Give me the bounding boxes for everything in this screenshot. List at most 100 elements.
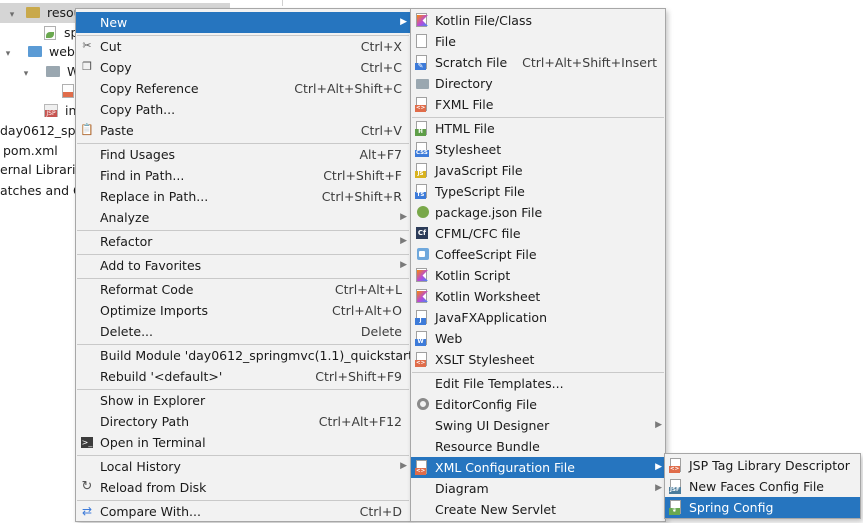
xml-config-submenu: <> JSP Tag Library Descriptor JSF New Fa… (664, 453, 861, 519)
menu-item-editorconfig-file[interactable]: EditorConfig File (411, 394, 665, 415)
menu-item-web[interactable]: W Web (411, 328, 665, 349)
kotlin-script-icon (415, 268, 429, 283)
menu-item-xml-configuration-file[interactable]: <> XML Configuration File ▶ (411, 457, 665, 478)
menu-item-html-file[interactable]: H HTML File (411, 118, 665, 139)
tree-item-web-inf[interactable]: ▾ W (20, 62, 80, 84)
chevron-right-icon: ▶ (400, 260, 407, 270)
scratch-file-icon: ✎ (415, 55, 429, 70)
menu-item-new-faces-config-file[interactable]: JSF New Faces Config File (665, 476, 860, 497)
menu-item-javafx-application[interactable]: J JavaFXApplication (411, 307, 665, 328)
menu-item-kotlin-script[interactable]: Kotlin Script (411, 265, 665, 286)
menu-item-stylesheet[interactable]: CSS Stylesheet (411, 139, 665, 160)
menu-item-add-to-favorites[interactable]: Add to Favorites ▶ (76, 255, 410, 276)
kotlin-file-icon (415, 13, 429, 28)
copy-icon: ❐ (82, 60, 92, 73)
chevron-right-icon: ▶ (655, 462, 662, 472)
xml-file-icon (62, 83, 74, 98)
menu-item-local-history[interactable]: Local History ▶ (76, 456, 410, 477)
reload-icon: ↻ (81, 479, 93, 494)
menu-item-replace-in-path[interactable]: Replace in Path... Ctrl+Shift+R (76, 186, 410, 207)
menu-item-paste[interactable]: 📋 Paste Ctrl+V (76, 120, 410, 141)
menu-item-directory[interactable]: Directory (411, 73, 665, 94)
menu-item-file[interactable]: File (411, 31, 665, 52)
kotlin-worksheet-icon (415, 289, 429, 304)
editor-divider (282, 0, 283, 6)
menu-item-find-in-path[interactable]: Find in Path... Ctrl+Shift+F (76, 165, 410, 186)
folder-icon (45, 66, 60, 77)
java-class-icon: J (415, 310, 429, 325)
tree-item-web-xml[interactable] (62, 81, 74, 101)
chevron-right-icon: ▶ (400, 236, 407, 246)
menu-item-rebuild[interactable]: Rebuild '<default>' Ctrl+Shift+F9 (76, 366, 410, 387)
terminal-icon: >_ (81, 437, 93, 448)
menu-item-coffeescript-file[interactable]: CoffeeScript File (411, 244, 665, 265)
web-icon: W (415, 331, 429, 346)
compare-icon: ⇄ (81, 504, 93, 518)
menu-item-edit-file-templates[interactable]: Edit File Templates... (411, 373, 665, 394)
folder-icon (25, 7, 40, 18)
menu-item-copy-path[interactable]: Copy Path... (76, 99, 410, 120)
menu-item-optimize-imports[interactable]: Optimize Imports Ctrl+Alt+O (76, 300, 410, 321)
coffeescript-file-icon (415, 247, 429, 262)
menu-item-copy-reference[interactable]: Copy Reference Ctrl+Alt+Shift+C (76, 78, 410, 99)
menu-item-jsp-tag-library-descriptor[interactable]: <> JSP Tag Library Descriptor (665, 455, 860, 476)
menu-item-cfml-cfc-file[interactable]: Cf CFML/CFC file (411, 223, 665, 244)
menu-item-copy[interactable]: ❐ Copy Ctrl+C (76, 57, 410, 78)
tree-item-spring-file[interactable]: sp (44, 23, 78, 43)
menu-item-directory-path[interactable]: Directory Path Ctrl+Alt+F12 (76, 411, 410, 432)
menu-item-diagram[interactable]: Diagram ▶ (411, 478, 665, 499)
tree-item-external-libraries[interactable]: ernal Librarie (0, 160, 83, 180)
file-icon (415, 34, 429, 49)
menu-item-kotlin-file-class[interactable]: Kotlin File/Class (411, 10, 665, 31)
menu-item-spring-config[interactable]: ❦ Spring Config (665, 497, 860, 518)
chevron-right-icon: ▶ (655, 483, 662, 493)
collapse-arrow-icon[interactable]: ▾ (6, 5, 18, 25)
cfml-file-icon: Cf (416, 227, 428, 239)
menu-item-javascript-file[interactable]: JS JavaScript File (411, 160, 665, 181)
new-submenu: Kotlin File/Class File ✎ Scratch File Ct… (410, 8, 666, 522)
menu-item-delete[interactable]: Delete... Delete (76, 321, 410, 342)
collapse-arrow-icon[interactable]: ▾ (2, 44, 14, 64)
menu-item-show-in-explorer[interactable]: Show in Explorer (76, 390, 410, 411)
menu-item-package-json-file[interactable]: package.json File (411, 202, 665, 223)
xslt-file-icon: <> (415, 352, 429, 367)
jsf-file-icon: JSF (669, 479, 683, 494)
menu-item-resource-bundle[interactable]: Resource Bundle (411, 436, 665, 457)
menu-item-kotlin-worksheet[interactable]: Kotlin Worksheet (411, 286, 665, 307)
menu-item-fxml-file[interactable]: <> FXML File (411, 94, 665, 115)
spring-leaf-icon: ❦ (669, 500, 683, 515)
menu-item-swing-ui-designer[interactable]: Swing UI Designer ▶ (411, 415, 665, 436)
menu-item-scratch-file[interactable]: ✎ Scratch File Ctrl+Alt+Shift+Insert (411, 52, 665, 73)
typescript-file-icon: TS (415, 184, 429, 199)
menu-item-create-new-servlet[interactable]: Create New Servlet (411, 499, 665, 520)
context-menu: New ▶ ✂ Cut Ctrl+X ❐ Copy Ctrl+C Copy Re… (75, 8, 417, 522)
tree-item-scratches[interactable]: atches and C (0, 181, 82, 201)
web-folder-icon (27, 46, 42, 57)
tld-file-icon: <> (669, 458, 683, 473)
menu-item-compare-with[interactable]: ⇄ Compare With... Ctrl+D (76, 501, 410, 522)
menu-item-refactor[interactable]: Refactor ▶ (76, 231, 410, 252)
menu-item-open-in-terminal[interactable]: >_ Open in Terminal (76, 432, 410, 453)
menu-item-typescript-file[interactable]: TS TypeScript File (411, 181, 665, 202)
menu-item-reload-from-disk[interactable]: ↻ Reload from Disk (76, 477, 410, 498)
menu-item-xslt-stylesheet[interactable]: <> XSLT Stylesheet (411, 349, 665, 370)
menu-item-build-module[interactable]: Build Module 'day0612_springmvc(1.1)_qui… (76, 345, 417, 366)
tree-item-pom[interactable]: pom.xml (3, 141, 58, 161)
gear-icon (415, 397, 429, 412)
chevron-right-icon: ▶ (400, 17, 407, 27)
menu-item-new[interactable]: New ▶ (76, 12, 410, 33)
menu-item-find-usages[interactable]: Find Usages Alt+F7 (76, 144, 410, 165)
tree-item-module[interactable]: day0612_spr (0, 121, 81, 141)
npm-package-icon (415, 205, 429, 220)
menu-item-analyze[interactable]: Analyze ▶ (76, 207, 410, 228)
chevron-right-icon: ▶ (655, 420, 662, 430)
css-file-icon: CSS (415, 142, 429, 157)
menu-item-cut[interactable]: ✂ Cut Ctrl+X (76, 36, 410, 57)
javascript-file-icon: JS (415, 163, 429, 178)
menu-item-reformat-code[interactable]: Reformat Code Ctrl+Alt+L (76, 279, 410, 300)
scissors-icon: ✂ (82, 39, 92, 52)
collapse-arrow-icon[interactable]: ▾ (20, 64, 32, 84)
chevron-right-icon: ▶ (400, 461, 407, 471)
chevron-right-icon: ▶ (400, 212, 407, 222)
xml-file-icon: <> (415, 460, 429, 475)
